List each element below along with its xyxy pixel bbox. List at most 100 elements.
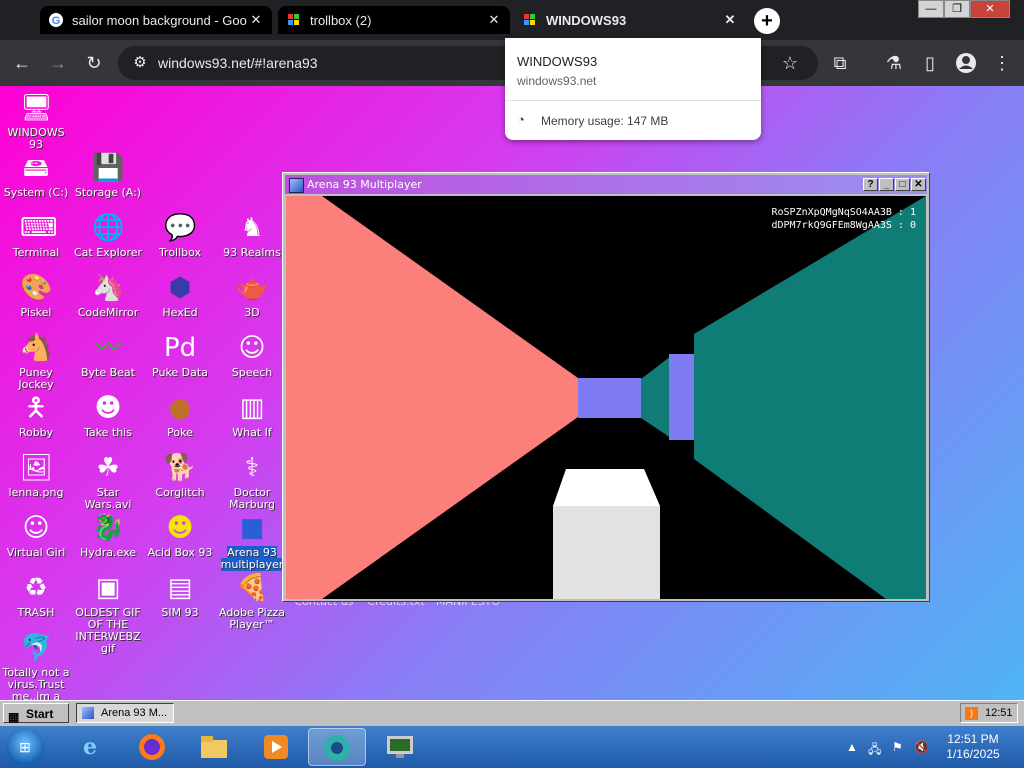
menu-kebab-icon[interactable]: ⋮: [990, 51, 1014, 75]
action-center-flag-icon[interactable]: ⚑: [892, 740, 903, 754]
tab-windows93[interactable]: WINDOWS93 ✕: [514, 6, 746, 34]
side-panel-icon[interactable]: ▯: [918, 51, 942, 75]
hover-card-host: windows93.net: [517, 74, 597, 88]
trash-icon: ♻: [24, 573, 48, 603]
gif-icon: ▣: [95, 573, 121, 603]
desktop-icon-label: Terminal: [12, 246, 60, 259]
window-titlebar[interactable]: Arena 93 Multiplayer ? _ □ ✕: [285, 175, 927, 194]
desktop-icon[interactable]: 〰 Byte Beat: [72, 332, 144, 379]
close-icon[interactable]: ✕: [486, 12, 502, 28]
chat-icon: 💬: [164, 213, 197, 243]
desktop-icon[interactable]: ▤ SIM 93: [144, 572, 216, 619]
desktop-icon[interactable]: 🫖 3D: [216, 272, 288, 319]
desktop-icon-label: Cat Explorer: [73, 246, 143, 259]
forward-arrow-icon[interactable]: →: [46, 51, 70, 75]
profile-avatar-icon[interactable]: [954, 51, 978, 75]
desktop-icon[interactable]: 🯅 Robby: [0, 392, 72, 439]
cat-globe-icon: 🌐: [92, 213, 125, 243]
file-explorer-icon[interactable]: [186, 728, 242, 766]
reload-icon[interactable]: ↻: [82, 51, 106, 75]
new-tab-button[interactable]: +: [754, 8, 780, 34]
desktop-icon[interactable]: ♻ TRASH: [0, 572, 72, 619]
firefox-icon[interactable]: [124, 728, 180, 766]
back-arrow-icon[interactable]: ←: [10, 51, 34, 75]
desktop-icon[interactable]: 🌐 Cat Explorer: [72, 212, 144, 259]
site-info-icon[interactable]: ⚙: [128, 51, 152, 75]
sim-icon: ▤: [167, 573, 193, 603]
desktop-icon[interactable]: ⌨ Terminal: [0, 212, 72, 259]
game-viewport[interactable]: RoSPZnXpQMgNqSO4AA3B : 1 dDPM7rkQ9GFEm8W…: [286, 196, 926, 599]
window-title: Arena 93 Multiplayer: [307, 178, 422, 191]
desktop-icon[interactable]: 🖴 System (C:): [0, 152, 72, 199]
close-icon[interactable]: ✕: [248, 12, 264, 28]
desktop-icon[interactable]: 🦄 CodeMirror: [72, 272, 144, 319]
maximize-button[interactable]: □: [895, 178, 910, 191]
chrome-app-icon[interactable]: [308, 728, 366, 766]
rss-icon[interactable]: ): [965, 707, 978, 720]
desktop-icon[interactable]: 💬 Trollbox: [144, 212, 216, 259]
desktop-icon[interactable]: ● Poke: [144, 392, 216, 439]
bookmark-star-icon[interactable]: ☆: [778, 51, 802, 75]
network-icon[interactable]: 🖧: [868, 740, 881, 761]
desktop-icon[interactable]: ⬢ HexEd: [144, 272, 216, 319]
system-clock[interactable]: 12:51 PM 1/16/2025: [940, 732, 1006, 762]
desktop-icon[interactable]: ☻ Acid Box 93: [144, 512, 216, 559]
close-button[interactable]: ✕: [911, 178, 926, 191]
desktop-icon-label: TRASH: [17, 606, 55, 619]
desktop-icon[interactable]: 🖥 WINDOWS 93: [0, 92, 72, 151]
windows-start-orb[interactable]: ⊞: [6, 728, 44, 766]
close-window-button[interactable]: ✕: [970, 0, 1010, 18]
desktop-icon[interactable]: ■ Arena 93 multiplayer: [216, 512, 288, 571]
desktop-icon[interactable]: ▥ What If: [216, 392, 288, 439]
divider: [505, 100, 761, 101]
desktop-icon[interactable]: 🐉 Hydra.exe: [72, 512, 144, 559]
desktop-icon[interactable]: ☘ Star Wars.avi: [72, 452, 144, 511]
desktop-icon[interactable]: 🐕 Corglitch: [144, 452, 216, 499]
desktop-icon[interactable]: ▣ OLDEST GIF OF THE INTERWEBZ gif: [72, 572, 144, 655]
desktop-icon[interactable]: 🎨 Piskel: [0, 272, 72, 319]
desktop-icon[interactable]: 🐬 Totally not a virus.Trust me..im a: [0, 632, 72, 703]
scoreboard: RoSPZnXpQMgNqSO4AA3B : 1 dDPM7rkQ9GFEm8W…: [772, 206, 917, 232]
desktop-icon[interactable]: 💾 Storage (A:): [72, 152, 144, 199]
media-player-icon[interactable]: [248, 728, 304, 766]
minimize-window-button[interactable]: —: [918, 0, 944, 18]
restore-window-button[interactable]: ❐: [944, 0, 970, 18]
show-hidden-icons-icon[interactable]: ▲: [846, 740, 858, 754]
desktop-icon-label: WINDOWS 93: [7, 126, 65, 151]
desktop-icon[interactable]: ☺ Virtual Girl: [0, 512, 72, 559]
cube-icon: ⬢: [168, 273, 192, 303]
volume-muted-icon[interactable]: 🔇: [914, 740, 929, 754]
desktop-icon-label: SIM 93: [161, 606, 199, 619]
tab-hover-card: WINDOWS93 windows93.net ◔ Memory usage: …: [505, 38, 761, 140]
start-button[interactable]: ▦ Start: [3, 703, 69, 724]
desktop-icon[interactable]: ☺ Speech: [216, 332, 288, 379]
desktop-icon[interactable]: ♞ 93 Realms: [216, 212, 288, 259]
arena93-window[interactable]: Arena 93 Multiplayer ? _ □ ✕ RoSPZnXpQMg…: [282, 172, 930, 602]
face-icon: ☺: [238, 333, 266, 363]
desktop-icon-label: Arena 93 multiplayer: [220, 546, 284, 571]
desktop-icon-label: CodeMirror: [77, 306, 139, 319]
desktop-icon[interactable]: 🍕 Adobe Pizza Player™: [216, 572, 288, 631]
labs-flask-icon[interactable]: ⚗: [882, 51, 906, 75]
extensions-icon[interactable]: ⧉: [828, 51, 852, 75]
memory-usage: Memory usage: 147 MB: [541, 114, 669, 128]
win93-tray: ) 12:51: [960, 703, 1018, 723]
desktop-icon[interactable]: Pd Puke Data: [144, 332, 216, 379]
desktop-icon-label: OLDEST GIF OF THE INTERWEBZ gif: [75, 606, 141, 655]
tab-google-search[interactable]: G sailor moon background - Goo ✕: [40, 6, 272, 34]
help-button[interactable]: ?: [863, 178, 878, 191]
desktop-icon[interactable]: ⚕ Doctor Marburg: [216, 452, 288, 511]
desktop-icon-label: Take this: [84, 426, 132, 439]
taskbar-item-arena93[interactable]: Arena 93 M...: [76, 703, 174, 723]
desktop-icon-label: Robby: [18, 426, 54, 439]
tab-trollbox[interactable]: trollbox (2) ✕: [278, 6, 510, 34]
desktop-icon[interactable]: 🖼 lenna.png: [0, 452, 72, 499]
man-icon: ☻: [94, 393, 122, 423]
internet-explorer-icon[interactable]: e: [62, 728, 118, 766]
desktop-icon[interactable]: 🐴 Puney Jockey: [0, 332, 72, 391]
minimize-button[interactable]: _: [879, 178, 894, 191]
close-icon[interactable]: ✕: [722, 12, 738, 28]
remote-desktop-icon[interactable]: [372, 728, 428, 766]
computer-icon: 🖥: [20, 93, 54, 123]
desktop-icon[interactable]: ☻ Take this: [72, 392, 144, 439]
